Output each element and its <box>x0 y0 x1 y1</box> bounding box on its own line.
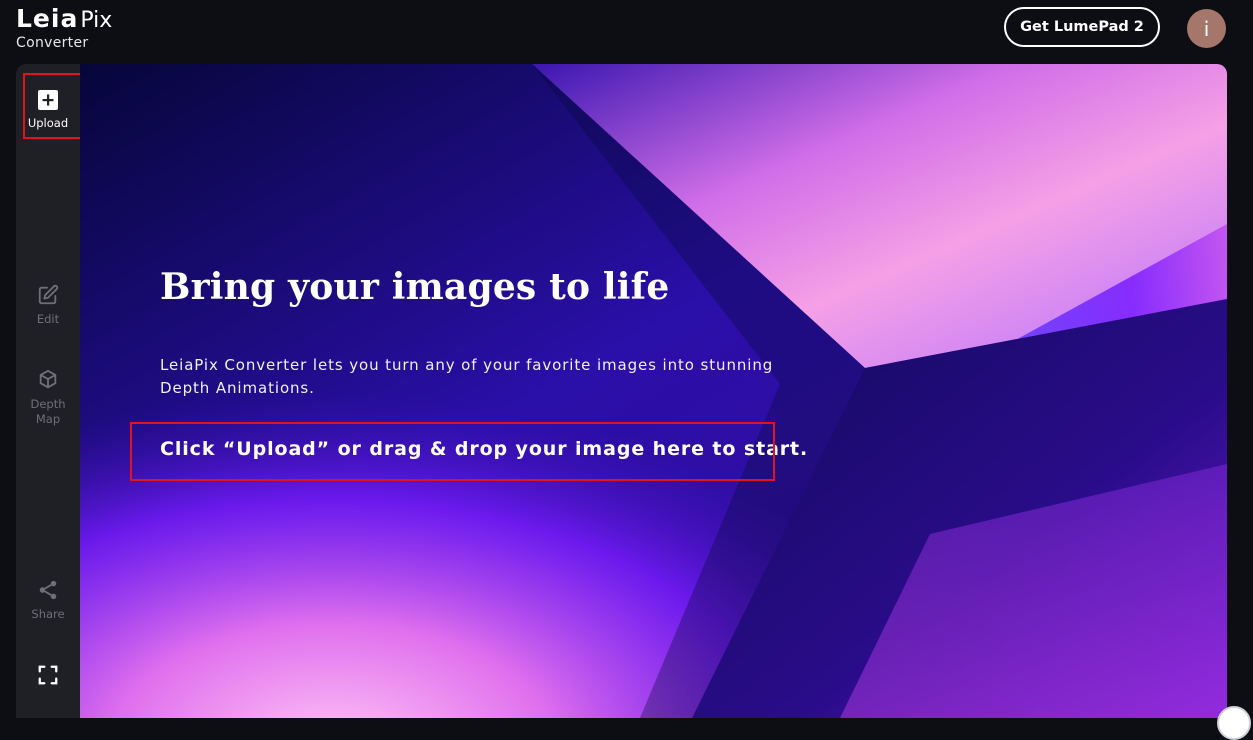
upload-instruction: Click “Upload” or drag & drop your image… <box>160 438 809 460</box>
hero-headline: Bring your images to life <box>160 266 670 308</box>
depth-map-tool-button[interactable]: Depth Map <box>16 369 80 427</box>
share-tool-button[interactable]: Share <box>16 579 80 622</box>
get-lumepad-button[interactable]: Get LumePad 2 <box>1004 7 1160 47</box>
share-label: Share <box>31 607 65 621</box>
edit-pencil-icon <box>38 284 59 305</box>
edit-tool-button[interactable]: Edit <box>16 284 80 327</box>
cube-layers-icon <box>39 369 57 389</box>
hero-description: LeiaPix Converter lets you turn any of y… <box>160 356 774 397</box>
app-logo[interactable]: Leia Pix Converter <box>16 6 112 50</box>
fullscreen-icon <box>38 665 58 685</box>
logo-subtitle: Converter <box>16 35 89 51</box>
upload-tool-button[interactable]: Upload <box>16 90 80 131</box>
user-avatar[interactable]: i <box>1187 9 1226 48</box>
share-icon <box>39 580 57 600</box>
drop-zone-hero[interactable]: Bring your images to life LeiaPix Conver… <box>80 64 1227 718</box>
depth-map-label-line1: Depth <box>30 397 66 411</box>
logo-leia-text: Leia <box>16 4 79 33</box>
fullscreen-button[interactable] <box>16 664 80 686</box>
edit-label: Edit <box>36 312 60 326</box>
depth-map-label-line2: Map <box>35 412 61 426</box>
help-button[interactable] <box>1217 706 1251 740</box>
depth-map-label: Depth Map <box>30 397 65 427</box>
logo-pix-text: Pix <box>80 8 113 33</box>
logo-wordmark: Leia Pix <box>16 6 112 32</box>
tool-sidebar: Upload Edit Depth Map Share <box>16 64 80 718</box>
upload-label: Upload <box>27 116 69 130</box>
plus-square-icon <box>38 90 58 110</box>
